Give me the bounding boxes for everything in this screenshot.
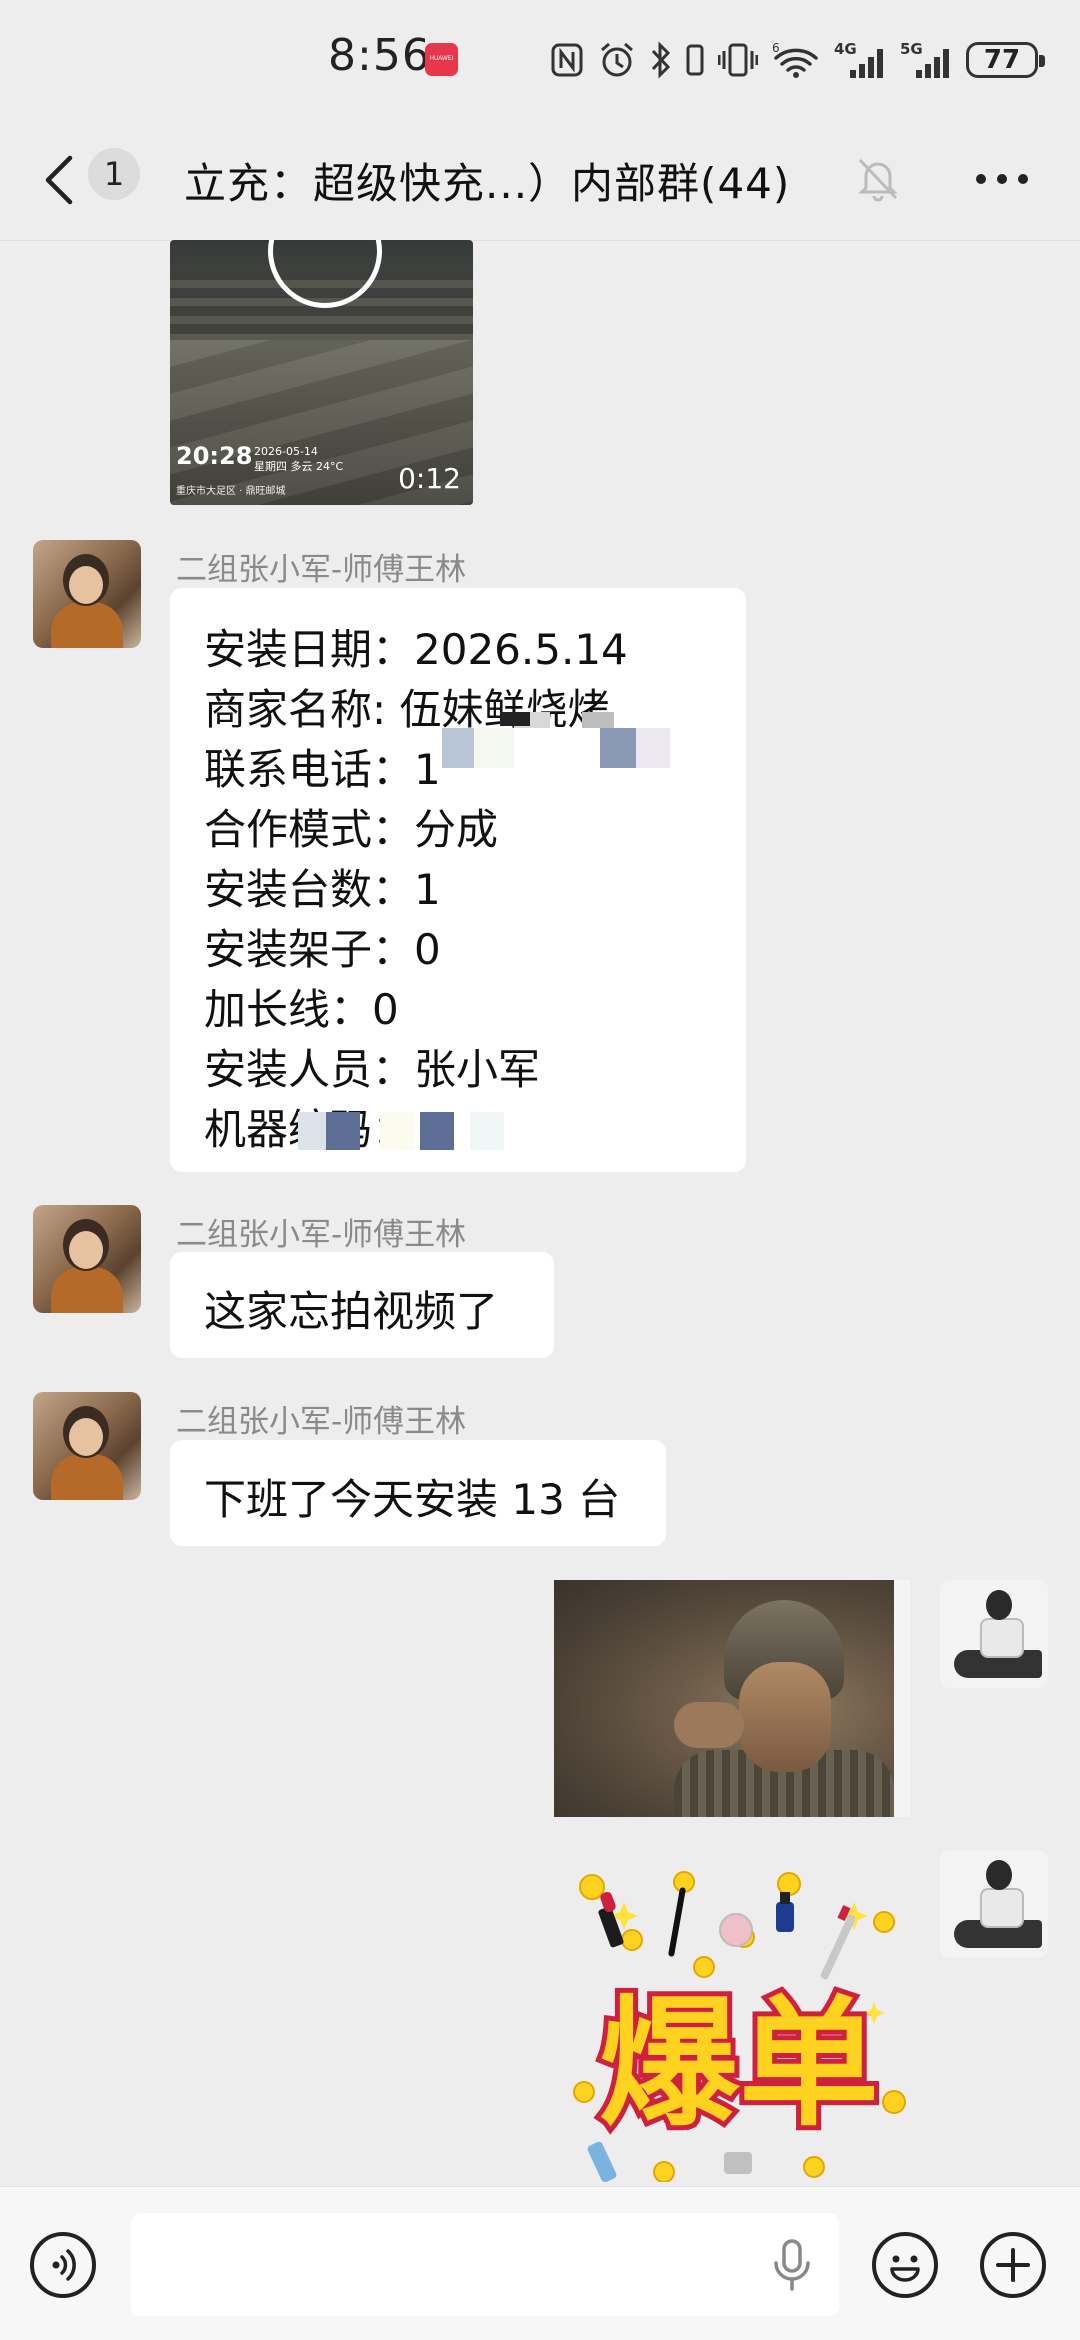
voice-toggle-button[interactable]: [30, 2232, 96, 2298]
message-input[interactable]: [131, 2213, 839, 2316]
vibrate-icon: [718, 43, 758, 77]
redaction-block: [380, 1112, 414, 1150]
form-row: 合作模式：分成: [204, 805, 499, 854]
form-row: 安装人员：张小军: [204, 1045, 541, 1094]
alarm-icon: [601, 42, 633, 77]
chat-title-bar: 立充：超级快充...）内部群(44): [0, 120, 1080, 241]
video-message[interactable]: 20:28 2026-05-14 星期四 多云 24°C 重庆市大足区 · 鼎旺邮…: [170, 240, 473, 505]
sticker-text: 爆单: [599, 1983, 879, 2146]
svg-text:6: 6: [772, 41, 780, 55]
redaction-block: [298, 1112, 326, 1150]
nfc-icon: [551, 43, 583, 77]
chat-title: 立充：超级快充...）内部群(44): [184, 159, 791, 208]
svg-text:5G: 5G: [900, 40, 923, 58]
bluetooth-icon: [651, 41, 671, 79]
svg-text:4G: 4G: [834, 40, 857, 58]
microphone-icon[interactable]: [772, 2239, 812, 2291]
message-bubble[interactable]: 下班了今天安装 13 台: [170, 1440, 666, 1546]
sticker-message[interactable]: 爆单: [564, 1862, 914, 2182]
avatar[interactable]: [33, 1205, 141, 1313]
form-row: 安装日期：2026.5.14: [204, 625, 628, 674]
more-functions-button[interactable]: [980, 2232, 1046, 2298]
unread-count-badge[interactable]: 1: [88, 148, 140, 200]
image-message[interactable]: [554, 1580, 910, 1817]
plus-icon: [996, 2248, 1030, 2282]
redaction-block: [582, 712, 614, 728]
more-options-icon[interactable]: [974, 172, 1030, 186]
avatar[interactable]: [940, 1580, 1048, 1688]
form-row: 联系电话：1: [204, 745, 441, 794]
watermark-time: 20:28: [176, 442, 253, 470]
avatar[interactable]: [33, 540, 141, 648]
message-bubble[interactable]: 安装日期：2026.5.14 商家名称: 伍妹鲜烧烤 联系电话：1 合作模式：分…: [170, 588, 746, 1172]
compact-icon: [719, 1913, 753, 1947]
avatar[interactable]: [940, 1850, 1048, 1958]
watermark-date: 2026-05-14 星期四 多云 24°C: [254, 445, 344, 473]
form-row: 加长线：0: [204, 985, 399, 1034]
message-text: 下班了今天安装 13 台: [204, 1475, 621, 1524]
sender-name: 二组张小军-师傅王林: [176, 552, 467, 588]
avatar[interactable]: [33, 1392, 141, 1500]
message-bubble[interactable]: 这家忘拍视频了: [170, 1252, 554, 1358]
mute-bell-icon[interactable]: [856, 154, 900, 202]
redaction-block: [474, 728, 514, 768]
form-row: 安装架子：0: [204, 925, 441, 974]
battery-icon: 77: [966, 42, 1045, 78]
watermark-place: 重庆市大足区 · 鼎旺邮城: [176, 486, 286, 497]
back-arrow-icon[interactable]: [38, 152, 78, 208]
video-duration: 0:12: [398, 462, 461, 495]
redaction-block: [442, 728, 474, 768]
input-bar: [0, 2186, 1080, 2340]
redaction-block: [420, 1112, 454, 1150]
status-icons: 6 4G 5G 77: [550, 36, 1045, 84]
redaction-block: [470, 1112, 504, 1150]
redaction-block: [600, 728, 636, 768]
battery-saver-icon: [686, 44, 704, 76]
sender-name: 二组张小军-师傅王林: [176, 1404, 467, 1440]
redaction-block: [326, 1112, 360, 1150]
brush-icon: [668, 1887, 686, 1957]
sender-name: 二组张小军-师傅王林: [176, 1217, 467, 1253]
wifi-icon: 6: [772, 41, 818, 78]
signal-5g-icon: 5G: [900, 40, 949, 78]
message-text: 这家忘拍视频了: [204, 1287, 499, 1336]
signal-4g-icon: 4G: [834, 40, 883, 78]
voice-wave-icon: [52, 2249, 76, 2281]
smiley-icon: [890, 2255, 920, 2282]
play-icon[interactable]: [268, 240, 382, 308]
redaction-block: [636, 728, 670, 768]
status-time: 8:56: [328, 30, 431, 81]
status-bar: 8:56 HUAWEI 6 4G 5G 77: [0, 0, 1080, 120]
pen-icon: [820, 1904, 856, 1980]
app-notification-icon: HUAWEI: [425, 43, 458, 76]
form-row: 安装台数：1: [204, 865, 441, 914]
emoji-button[interactable]: [872, 2232, 938, 2298]
redaction-block: [500, 712, 530, 726]
perfume-icon: [776, 1892, 794, 1932]
